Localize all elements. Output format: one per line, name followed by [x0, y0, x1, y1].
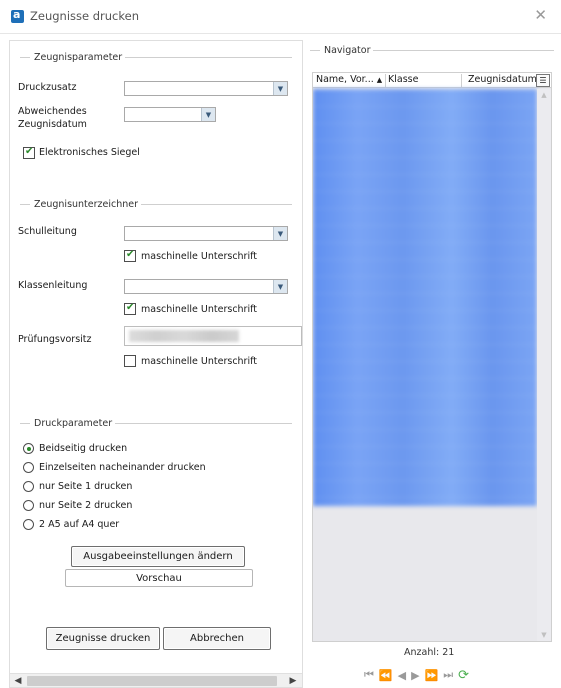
elektronisches-siegel-label: Elektronisches Siegel — [39, 147, 140, 158]
abweichendes-zeugnisdatum-label: Abweichendes Zeugnisdatum — [18, 105, 87, 131]
column-header-name[interactable]: Name, Vor... ▲ — [316, 74, 382, 85]
last-record-icon[interactable]: ⏭ — [443, 668, 453, 682]
radio-einzelseiten[interactable] — [23, 462, 34, 473]
schulleitung-combobox[interactable]: ▼ — [124, 226, 288, 241]
first-record-icon[interactable]: ⏮ — [364, 668, 374, 682]
column-separator[interactable] — [385, 74, 386, 87]
radio-seite-2-label: nur Seite 2 drucken — [39, 500, 133, 511]
vertical-scrollbar[interactable]: ▲ ▼ — [537, 89, 551, 641]
column-chooser-icon[interactable]: ☰ — [536, 74, 550, 87]
group-druckparameter-legend: Druckparameter — [34, 417, 113, 429]
group-zeugnisparameter-legend: Zeugnisparameter — [34, 51, 123, 63]
student-grid[interactable]: Name, Vor... ▲ Klasse Zeugnisdatum ☰ ▲ ▼ — [312, 72, 552, 642]
abbrechen-button[interactable]: Abbrechen — [163, 627, 271, 650]
klassenleitung-label: Klassenleitung — [18, 280, 88, 291]
zeugnisse-drucken-button[interactable]: Zeugnisse drucken — [46, 627, 160, 650]
group-zeugnisparameter: Zeugnisparameter — [20, 51, 292, 63]
klassenleitung-signature-label: maschinelle Unterschrift — [141, 304, 258, 315]
column-name-label: Name, Vor... — [316, 74, 374, 85]
klassenleitung-signature-checkbox[interactable] — [124, 302, 136, 315]
chevron-down-icon[interactable]: ▼ — [201, 108, 215, 121]
radio-beidseitig-label: Beidseitig drucken — [39, 443, 128, 454]
column-header-klasse[interactable]: Klasse — [388, 74, 418, 85]
record-count: Anzahl: 21 — [404, 647, 455, 658]
next-record-icon[interactable]: ▶ — [411, 669, 419, 682]
navigator-panel: Navigator Name, Vor... ▲ Klasse Zeugnisd… — [306, 40, 560, 688]
radio-einzelseiten-label: Einzelseiten nacheinander drucken — [39, 462, 206, 473]
radio-seite-2[interactable] — [23, 500, 34, 511]
grid-rows-redacted[interactable] — [313, 89, 537, 506]
group-zeugnisunterzeichner: Zeugnisunterzeichner — [20, 198, 292, 210]
scroll-up-icon[interactable]: ▲ — [537, 89, 551, 101]
chevron-down-icon[interactable]: ▼ — [273, 82, 287, 95]
column-separator[interactable] — [461, 74, 462, 87]
pruefungsvorsitz-signature-checkbox[interactable] — [124, 355, 136, 367]
refresh-icon[interactable]: ⟳ — [458, 668, 469, 683]
schulleitung-value — [125, 227, 273, 240]
abweichendes-zeugnisdatum-value — [125, 108, 201, 121]
record-navigator: ⏮ ⏪ ◀ ▶ ⏩ ⏭ ⟳ — [364, 667, 504, 683]
schulleitung-signature-label: maschinelle Unterschrift — [141, 251, 258, 262]
scrollbar-thumb[interactable] — [27, 676, 277, 686]
settings-panel: Zeugnisparameter Druckzusatz ▼ Abweichen… — [9, 40, 303, 688]
prev-record-icon[interactable]: ◀ — [398, 669, 406, 682]
schulleitung-label: Schulleitung — [18, 226, 77, 237]
radio-seite-1[interactable] — [23, 481, 34, 492]
druckzusatz-value — [125, 82, 273, 95]
radio-seite-1-label: nur Seite 1 drucken — [39, 481, 133, 492]
column-header-zeugnisdatum[interactable]: Zeugnisdatum — [468, 74, 537, 85]
druckzusatz-combobox[interactable]: ▼ — [124, 81, 288, 96]
redacted-name — [129, 330, 239, 342]
pruefungsvorsitz-signature-label: maschinelle Unterschrift — [141, 356, 258, 367]
abweichendes-label-line1: Abweichendes — [18, 106, 87, 117]
group-zeugnisunterzeichner-legend: Zeugnisunterzeichner — [34, 198, 139, 210]
horizontal-scrollbar[interactable]: ◀ ▶ — [10, 673, 302, 687]
vorschau-button[interactable]: Vorschau — [65, 569, 253, 587]
klassenleitung-combobox[interactable]: ▼ — [124, 279, 288, 294]
group-druckparameter: Druckparameter — [20, 417, 292, 429]
chevron-down-icon[interactable]: ▼ — [273, 280, 287, 293]
schulleitung-signature-checkbox[interactable] — [124, 249, 136, 262]
klassenleitung-value — [125, 280, 273, 293]
chevron-down-icon[interactable]: ▼ — [273, 227, 287, 240]
grid-header: Name, Vor... ▲ Klasse Zeugnisdatum ☰ — [313, 73, 551, 88]
scroll-left-icon[interactable]: ◀ — [11, 675, 25, 687]
radio-a5-auf-a4-label: 2 A5 auf A4 quer — [39, 519, 120, 530]
pruefungsvorsitz-label: Prüfungsvorsitz — [18, 334, 92, 345]
scroll-right-icon[interactable]: ▶ — [286, 675, 300, 687]
elektronisches-siegel-checkbox[interactable] — [23, 146, 35, 159]
next-page-icon[interactable]: ⏩ — [425, 669, 439, 682]
scroll-down-icon[interactable]: ▼ — [537, 629, 551, 641]
radio-beidseitig[interactable] — [23, 443, 34, 454]
radio-a5-auf-a4[interactable] — [23, 519, 34, 530]
window-titlebar: Zeugnisse drucken ✕ — [0, 0, 561, 34]
abweichendes-label-line2: Zeugnisdatum — [18, 119, 87, 130]
window-title: Zeugnisse drucken — [30, 9, 139, 23]
group-navigator: Navigator — [310, 44, 554, 56]
sort-asc-icon: ▲ — [376, 76, 383, 84]
abweichendes-zeugnisdatum-picker[interactable]: ▼ — [124, 107, 216, 122]
prev-page-icon[interactable]: ⏪ — [379, 669, 393, 682]
druckzusatz-label: Druckzusatz — [18, 82, 77, 93]
pruefungsvorsitz-field[interactable] — [124, 326, 302, 346]
app-icon — [11, 8, 24, 23]
ausgabeeinstellungen-button[interactable]: Ausgabeeinstellungen ändern — [71, 546, 245, 567]
group-navigator-legend: Navigator — [324, 44, 371, 56]
close-icon[interactable]: ✕ — [534, 6, 547, 24]
